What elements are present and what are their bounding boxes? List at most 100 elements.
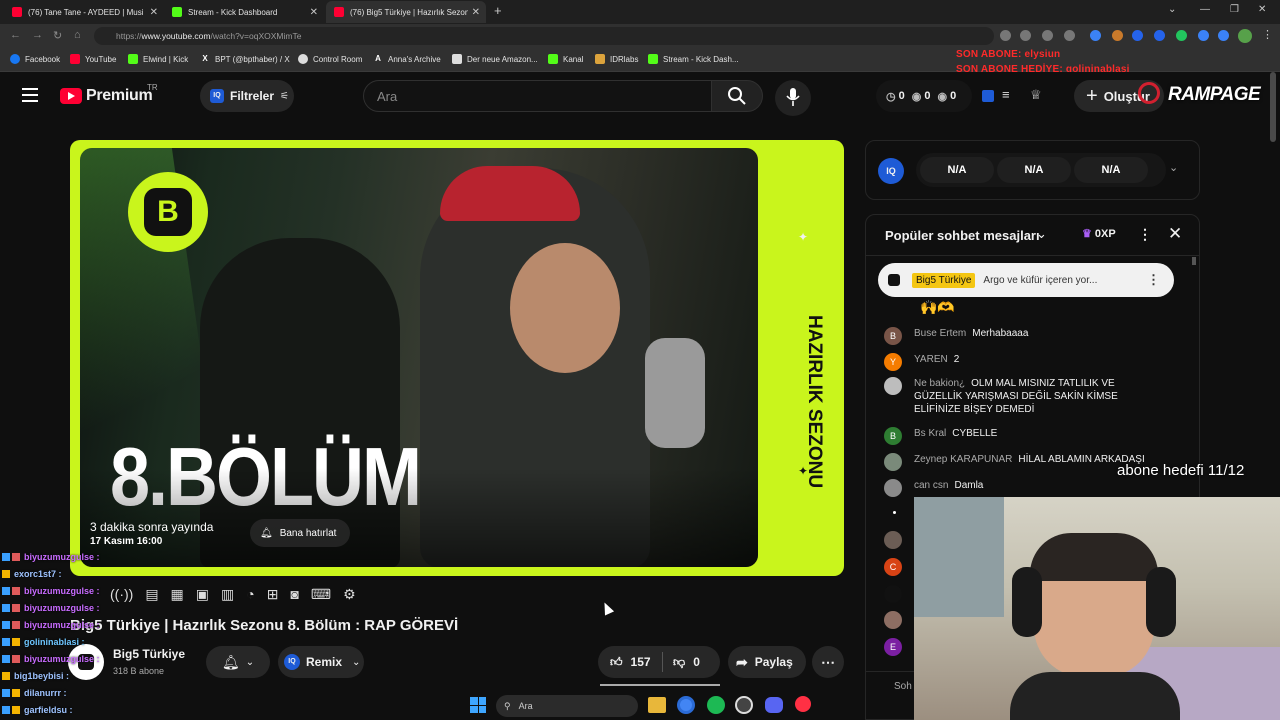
bookmark-facebook[interactable]: Facebook bbox=[10, 54, 60, 64]
bookmark-kick-dash[interactable]: Stream - Kick Dash... bbox=[648, 54, 739, 64]
close-window-button[interactable]: ✕ bbox=[1258, 4, 1266, 15]
maximize-button[interactable]: ❐ bbox=[1230, 4, 1239, 15]
dislike-button[interactable]: 👎︎ 0 bbox=[663, 655, 700, 670]
hamburger-menu-icon[interactable] bbox=[22, 88, 38, 102]
youtube-premium-logo[interactable]: Premium bbox=[86, 87, 153, 105]
sidebar-icon[interactable] bbox=[1218, 30, 1229, 41]
chat-message[interactable]: B Bs Kral CYBELLE bbox=[884, 427, 997, 445]
chat-mode-title[interactable]: Popüler sohbet mesajları bbox=[885, 228, 1040, 243]
chat-message[interactable]: Ne bakion¿ OLM MAL MISINIZ TATLILIK VE GÜ… bbox=[884, 377, 1154, 416]
keyboard-icon[interactable]: ⌨︎ bbox=[311, 586, 331, 603]
close-tab-icon[interactable]: ✕ bbox=[310, 7, 318, 18]
share-button[interactable]: ➦ Paylaş bbox=[728, 646, 806, 678]
list-icon[interactable]: ≡ bbox=[1002, 87, 1010, 102]
playlist-icon[interactable]: ▤ bbox=[145, 586, 158, 603]
opera-icon[interactable] bbox=[795, 696, 811, 712]
bookmark-star-icon[interactable] bbox=[1064, 30, 1075, 41]
taskbar-search[interactable]: ⚲ Ara bbox=[496, 695, 638, 717]
tab-music[interactable]: (76) Tane Tane - AYDEED | Musi ✕ bbox=[4, 1, 164, 23]
search-button[interactable] bbox=[711, 80, 763, 112]
extension-icon[interactable] bbox=[1020, 30, 1031, 41]
tab-kick-dashboard[interactable]: Stream - Kick Dashboard ✕ bbox=[164, 1, 324, 23]
bookmark-annas-archive[interactable]: A Anna's Archive bbox=[373, 54, 441, 64]
voice-search-button[interactable] bbox=[775, 80, 811, 116]
bookmark-idrlabs[interactable]: IDRlabs bbox=[595, 54, 638, 64]
bookmark-amazon[interactable]: Der neue Amazon... bbox=[452, 54, 538, 64]
close-tab-icon[interactable]: ✕ bbox=[150, 7, 158, 18]
extension-icon[interactable] bbox=[1000, 30, 1011, 41]
back-icon[interactable]: ← bbox=[10, 29, 21, 41]
add-icon[interactable]: ⊞ bbox=[267, 586, 279, 603]
trophy-icon[interactable]: ♕ bbox=[1030, 87, 1042, 103]
settings-gear-icon[interactable]: ⚙︎ bbox=[343, 586, 356, 603]
speed-icon[interactable]: ◔ bbox=[246, 586, 254, 603]
reload-icon[interactable]: ↻ bbox=[53, 29, 62, 42]
page-scrollbar[interactable] bbox=[1270, 72, 1276, 142]
spotify-icon[interactable] bbox=[707, 696, 725, 714]
remind-me-button[interactable]: 🔔︎ Bana hatırlat bbox=[250, 519, 350, 547]
close-tab-icon[interactable]: ✕ bbox=[472, 7, 480, 18]
chevron-down-icon[interactable]: ⌄ bbox=[1036, 226, 1047, 242]
chat-message[interactable]: Y YAREN 2 bbox=[884, 353, 959, 371]
extension-icon[interactable] bbox=[1154, 30, 1165, 41]
bookmark-control-room[interactable]: Control Room bbox=[298, 54, 362, 64]
profile-avatar[interactable] bbox=[1238, 29, 1252, 43]
chat-message[interactable]: can csn Damla bbox=[884, 479, 983, 497]
bookmark-kanal[interactable]: Kanal bbox=[548, 54, 583, 64]
more-icon[interactable]: ⋮ bbox=[1147, 272, 1160, 288]
filters-button[interactable]: IQ Filtreler ⚟ bbox=[200, 80, 294, 112]
like-button[interactable]: 👍︎ 157 bbox=[598, 655, 662, 670]
extension-icon[interactable] bbox=[1132, 30, 1143, 41]
sub-goal-text: abone hedefi 11/12 bbox=[1117, 462, 1245, 479]
chevron-down-icon[interactable]: ⌄ bbox=[1169, 161, 1178, 174]
minimize-button[interactable]: — bbox=[1200, 4, 1210, 15]
tab-big5[interactable]: (76) Big5 Türkiye | Hazırlık Sezon ✕ bbox=[326, 1, 486, 23]
bookmark-elwind-kick[interactable]: Elwind | Kick bbox=[128, 54, 188, 64]
video-player[interactable]: B 8.BÖLÜM 3 dakika sonra yayında 17 Kası… bbox=[70, 140, 844, 576]
subtitles-icon[interactable]: ▥ bbox=[221, 586, 234, 603]
more-actions-button[interactable]: ⋯ bbox=[812, 646, 844, 678]
home-icon[interactable]: ⌂ bbox=[74, 29, 81, 41]
channel-name[interactable]: Big5 Türkiye bbox=[113, 647, 185, 661]
tab-search-icon[interactable]: ⌄ bbox=[1168, 4, 1176, 15]
chat-input[interactable]: Soh bbox=[894, 681, 912, 692]
youtube-logo-icon[interactable] bbox=[60, 88, 82, 104]
extension-icon[interactable] bbox=[1042, 30, 1053, 41]
overlay-chat-line: garfieldsu : bbox=[2, 705, 73, 715]
menu-icon[interactable]: ⋮ bbox=[1262, 28, 1273, 41]
close-chat-icon[interactable]: ✕ bbox=[1168, 224, 1182, 244]
new-tab-button[interactable]: + bbox=[494, 3, 502, 18]
pinned-message[interactable]: Big5 Türkiye Argo ve küfür içeren yor...… bbox=[878, 263, 1174, 297]
stats-pill[interactable]: ◷ 0 ◉ 0 ◉ 0 bbox=[876, 80, 972, 112]
discord-icon[interactable] bbox=[765, 697, 783, 713]
url-field[interactable]: https://www.youtube.com/watch?v=oqXOXMim… bbox=[94, 27, 994, 45]
notifications-button[interactable]: 🔔︎ ⌄ bbox=[206, 646, 270, 678]
search-input[interactable]: Ara bbox=[363, 80, 712, 112]
extension-icon[interactable] bbox=[1090, 30, 1101, 41]
chat-scrollbar[interactable] bbox=[1192, 257, 1196, 265]
xp-badge[interactable]: ♛ 0XP bbox=[1082, 227, 1116, 241]
clapper-icon[interactable]: ▦ bbox=[171, 586, 184, 603]
extension-icon[interactable] bbox=[1112, 30, 1123, 41]
windows-start-icon[interactable] bbox=[470, 697, 486, 713]
bookmark-label: Control Room bbox=[313, 54, 363, 64]
chat-message[interactable]: B Buse Ertem Merhabaaaa bbox=[884, 327, 1028, 345]
bookmark-youtube[interactable]: YouTube bbox=[70, 54, 116, 64]
stat-pill[interactable]: N/A bbox=[997, 157, 1071, 183]
file-explorer-icon[interactable] bbox=[648, 697, 666, 713]
bookmark-bpt[interactable]: X BPT (@bpthaber) / X bbox=[200, 54, 289, 64]
chat-message[interactable]: Zeynep KARAPUNAR HİLAL ABLAMIN ARKADAŞI bbox=[884, 453, 1145, 471]
extension-icon[interactable] bbox=[1198, 30, 1209, 41]
chat-menu-icon[interactable]: ⋮ bbox=[1138, 226, 1152, 243]
screenshot-icon[interactable]: ◙ bbox=[290, 586, 298, 603]
obs-icon[interactable] bbox=[735, 696, 753, 714]
forward-icon[interactable]: → bbox=[32, 29, 43, 41]
stat-pill[interactable]: N/A bbox=[1074, 157, 1148, 183]
stat-pill[interactable]: N/A bbox=[920, 157, 994, 183]
remix-button[interactable]: IQ Remix ⌄ bbox=[278, 646, 364, 678]
pip-icon[interactable]: ▣ bbox=[196, 586, 209, 603]
chrome-icon[interactable] bbox=[677, 696, 695, 714]
iq-icon[interactable] bbox=[982, 90, 994, 102]
broadcast-icon[interactable]: ((·)) bbox=[110, 586, 133, 603]
extension-icon[interactable] bbox=[1176, 30, 1187, 41]
